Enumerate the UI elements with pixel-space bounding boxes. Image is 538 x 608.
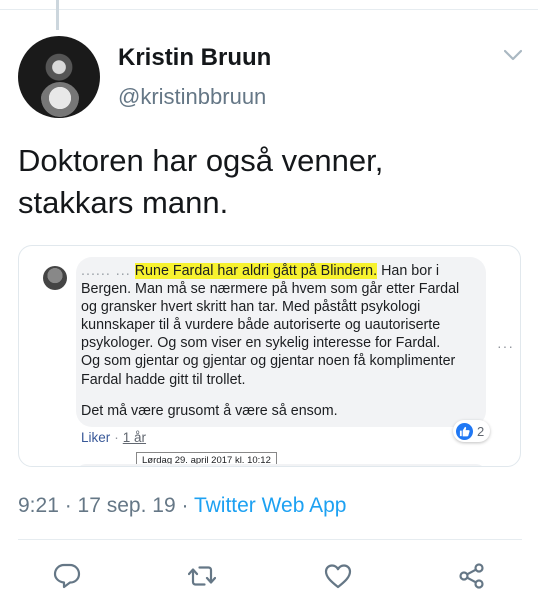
highlighted-sentence: Rune Fardal har aldri gått på Blindern. (134, 263, 378, 279)
comment-last-paragraph: Det må være grusomt å være så ensom. (81, 403, 338, 419)
author-handle[interactable]: @kristinbbruun (118, 84, 266, 110)
author-display-name[interactable]: Kristin Bruun (118, 44, 271, 72)
tweet-meta: 9:21 · 17 sep. 19 · Twitter Web App (18, 494, 346, 518)
commenter-avatar (43, 266, 67, 290)
share-icon[interactable] (458, 562, 486, 590)
reaction-summary: 2 (453, 420, 491, 442)
avatar[interactable] (18, 36, 100, 118)
next-comment-bubble (76, 464, 486, 466)
top-divider (0, 9, 538, 10)
comment-line: Og som gjentar og gjentar og gjentar noe… (81, 353, 456, 370)
heart-icon[interactable] (324, 562, 352, 590)
meta-separator: · (175, 494, 194, 517)
thread-line (56, 0, 59, 30)
commenter-name: ...... ... (81, 263, 131, 279)
comment-line: ...... ... Rune Fardal har aldri gått på… (81, 262, 489, 280)
tweet-source-link[interactable]: Twitter Web App (194, 494, 347, 517)
reaction-count: 2 (477, 423, 485, 439)
comment-actions: Liker · 1 år (81, 430, 146, 445)
comment-line: kunnskaper til å vurdere både autorisert… (81, 317, 441, 334)
tweet-text: Doktoren har også venner, stakkars mann. (18, 140, 518, 224)
tweet-text-line: stakkars mann. (18, 185, 229, 220)
actions-divider (18, 539, 522, 540)
separator: · (114, 430, 119, 445)
more-dots-icon: ··· (497, 338, 514, 354)
retweet-icon[interactable] (188, 562, 216, 590)
like-link: Liker (81, 430, 111, 445)
comment-line: og gransker hvert skritt han tar. Med på… (81, 299, 421, 316)
reply-icon[interactable] (53, 562, 81, 590)
comment-line: Bergen. Man må se nærmere på hvem som gå… (81, 281, 460, 298)
thumbs-up-icon (456, 422, 473, 440)
comment-text: ...... ... Rune Fardal har aldri gått på… (81, 262, 489, 389)
comment-time-link: 1 år (122, 430, 147, 445)
comment-line-rest: Han bor i (377, 263, 440, 279)
meta-separator: · (58, 494, 78, 517)
comment-line: Fardal hadde gitt til trollet. (81, 371, 246, 388)
chevron-down-icon[interactable] (504, 48, 522, 62)
embedded-image[interactable]: ...... ... Rune Fardal har aldri gått på… (18, 245, 521, 467)
tweet-date: 17 sep. 19 (77, 494, 176, 517)
comment-line: psykologer. Og som viser en sykelig inte… (81, 335, 441, 352)
tweet-text-line: Doktoren har også venner, (18, 143, 384, 178)
tweet-time: 9:21 (18, 494, 59, 517)
